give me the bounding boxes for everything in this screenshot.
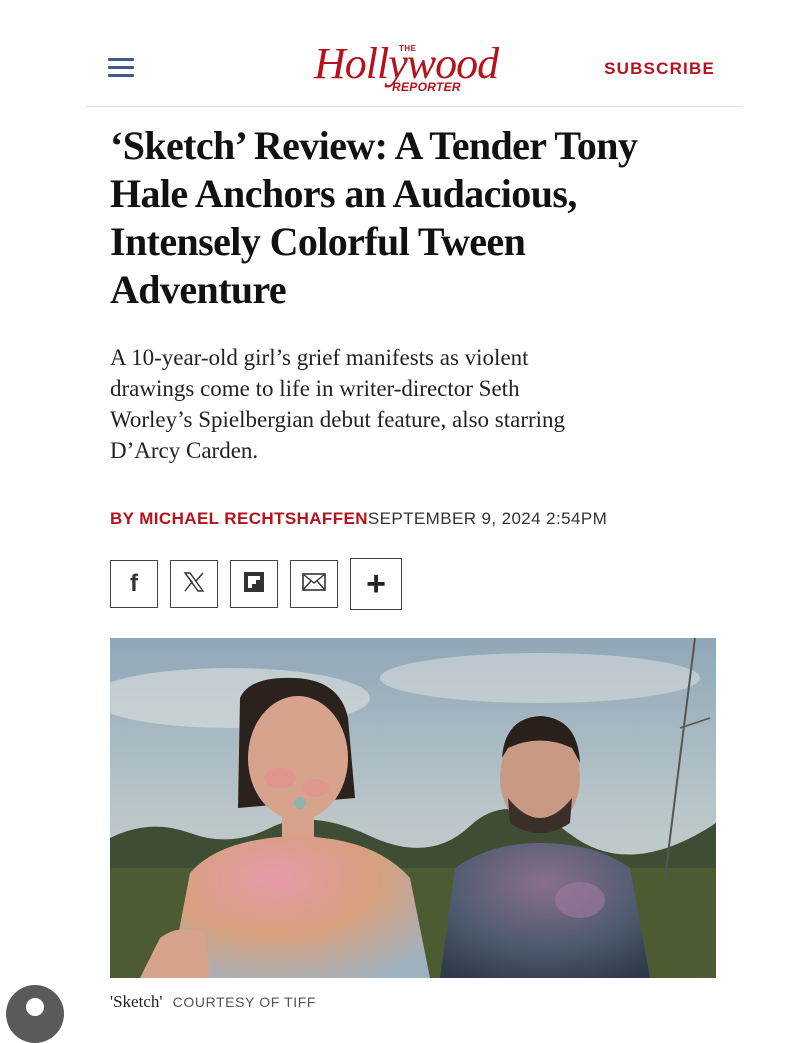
headline-line: ‘Sketch’ Review: A Tender Tony [110, 123, 638, 168]
email-icon [302, 572, 326, 596]
dek-line: Worley’s Spielbergian debut feature, als… [110, 407, 566, 432]
plus-icon: + [366, 565, 386, 603]
facebook-share-button[interactable]: f [110, 560, 158, 608]
avatar[interactable] [6, 985, 64, 1043]
article-headline: ‘Sketch’ Review: A Tender Tony Hale Anch… [110, 122, 710, 314]
caption-credit: COURTESY OF TIFF [172, 994, 317, 1010]
photo-caption: 'Sketch' COURTESY OF TIFF [110, 992, 316, 1012]
facebook-icon: f [130, 570, 138, 597]
site-header: Hollywood THE REPORTER SUBSCRIBE [86, 32, 741, 107]
dek-line: A 10-year-old girl’s grief manifests as … [110, 345, 529, 370]
subscribe-button[interactable]: SUBSCRIBE [604, 59, 715, 79]
email-share-button[interactable] [290, 560, 338, 608]
hamburger-menu-icon[interactable] [108, 58, 134, 80]
share-bar: f + [110, 558, 402, 612]
byline-date: SEPTEMBER 9, 2024 2:54PM [367, 509, 608, 528]
more-share-button[interactable]: + [350, 558, 402, 610]
headline-line: Hale Anchors an Audacious, [110, 171, 577, 216]
article-photo [110, 638, 716, 978]
byline: BY MICHAEL RECHTSHAFFENSEPTEMBER 9, 2024… [110, 509, 607, 529]
flipboard-icon [243, 571, 265, 598]
person-icon [26, 998, 44, 1016]
x-twitter-icon [182, 570, 206, 599]
hollywood-reporter-logo[interactable]: Hollywood THE REPORTER [314, 34, 514, 98]
x-share-button[interactable] [170, 560, 218, 608]
dek-line: D’Arcy Carden. [110, 438, 259, 463]
byline-author-link[interactable]: BY MICHAEL RECHTSHAFFEN [110, 509, 368, 528]
caption-title: 'Sketch' [110, 992, 163, 1011]
logo-the: THE [399, 44, 417, 53]
photo-scene [110, 638, 716, 978]
article-dek: A 10-year-old girl’s grief manifests as … [110, 342, 720, 466]
logo-reporter: REPORTER [392, 80, 461, 94]
headline-line: Intensely Colorful Tween [110, 219, 526, 264]
headline-line: Adventure [110, 267, 287, 312]
dek-line: drawings come to life in writer-director… [110, 376, 520, 401]
flipboard-share-button[interactable] [230, 560, 278, 608]
